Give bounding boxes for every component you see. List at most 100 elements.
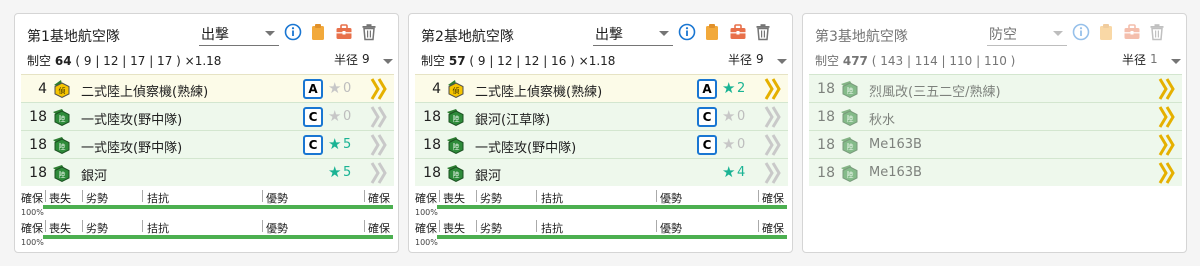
proficiency-chevron-icon[interactable] [369,77,389,101]
clipboard-icon[interactable] [309,23,327,41]
plane-row[interactable]: 18 陸 銀河(江草隊) C ★ 0 [415,102,788,130]
plane-name[interactable]: Me163B [869,165,922,180]
mode-select[interactable]: 出撃 [593,22,673,46]
proficiency-chevron-icon[interactable] [763,77,783,101]
plane-count[interactable]: 18 [415,137,441,153]
trash-icon[interactable] [360,23,378,41]
land-attacker-icon: 陸 [839,134,861,156]
trash-icon[interactable] [1148,23,1166,41]
air-state-label: 確保 [21,192,43,205]
improvement-star-icon[interactable]: ★ [722,108,735,125]
plane-name[interactable]: 秋水 [869,109,895,128]
proficiency-chevron-icon[interactable] [1157,105,1177,129]
improvement-star-icon[interactable]: ★ [328,108,341,125]
rank-badge[interactable]: C [697,135,717,155]
plane-count[interactable]: 18 [415,109,441,125]
rank-badge[interactable]: A [697,79,717,99]
info-icon[interactable] [1072,23,1090,41]
plane-count[interactable]: 18 [21,109,47,125]
improvement-star-icon[interactable]: ★ [722,80,735,97]
proficiency-chevron-icon[interactable] [369,161,389,185]
rank-badge[interactable]: C [697,107,717,127]
plane-row[interactable]: 18 陸 一式陸攻(野中隊) C ★ 5 [21,130,394,158]
plane-name[interactable]: 銀河 [475,165,501,184]
plane-name[interactable]: 二式陸上偵察機(熟練) [475,81,602,100]
plane-count[interactable]: 4 [21,81,47,97]
proficiency-chevron-icon[interactable] [1157,161,1177,185]
chevron-down-icon[interactable] [1171,59,1181,64]
chevron-down-icon [1053,31,1063,36]
plane-name[interactable]: 銀河 [81,165,107,184]
plane-name[interactable]: 一式陸攻(野中隊) [81,137,182,156]
land-attacker-icon: 陸 [839,106,861,128]
air-state-label: 喪失 [443,192,465,205]
chevron-down-icon[interactable] [383,59,393,64]
mode-select-value: 防空 [989,27,1017,43]
proficiency-chevron-icon[interactable] [763,161,783,185]
mode-select[interactable]: 出撃 [199,22,279,46]
plane-row[interactable]: 18 陸 銀河 ★ 5 [21,158,394,186]
plane-count[interactable]: 18 [21,137,47,153]
range-value[interactable]: 1 [1150,52,1158,66]
plane-row[interactable]: 18 陸 烈風改(三五二空/熟練) [809,74,1182,102]
plane-count[interactable]: 18 [809,81,835,97]
plane-count[interactable]: 4 [415,81,441,97]
trash-icon[interactable] [754,23,772,41]
proficiency-chevron-icon[interactable] [1157,77,1177,101]
rank-badge[interactable]: A [303,79,323,99]
range-value[interactable]: 9 [362,52,370,66]
proficiency-chevron-icon[interactable] [1157,133,1177,157]
plane-name[interactable]: 烈風改(三五二空/熟練) [869,81,1001,100]
info-icon[interactable] [678,23,696,41]
range-label: 半径 [334,53,359,67]
air-power-label: 制空 [815,54,840,68]
plane-row[interactable]: 18 陸 Me163B [809,158,1182,186]
plane-row[interactable]: 18 陸 Me163B [809,130,1182,158]
air-power-value: 57 [448,54,466,68]
clipboard-icon[interactable] [1097,23,1115,41]
mode-select[interactable]: 防空 [987,22,1067,46]
info-icon[interactable] [284,23,302,41]
land-attacker-icon: 陸 [445,106,467,128]
improvement-star-icon[interactable]: ★ [328,164,341,181]
air-state-label: 拮抗 [541,222,563,235]
toolbox-icon[interactable] [729,23,747,41]
improvement-level: 5 [343,165,352,180]
improvement-star-icon[interactable]: ★ [328,80,341,97]
plane-count[interactable]: 18 [809,137,835,153]
plane-name[interactable]: Me163B [869,137,922,152]
proficiency-chevron-icon[interactable] [369,105,389,129]
plane-row[interactable]: 18 陸 一式陸攻(野中隊) C ★ 0 [415,130,788,158]
proficiency-chevron-icon[interactable] [763,133,783,157]
proficiency-chevron-icon[interactable] [369,133,389,157]
plane-row[interactable]: 18 陸 銀河 ★ 4 [415,158,788,186]
plane-row[interactable]: 18 陸 一式陸攻(野中隊) C ★ 0 [21,102,394,130]
chevron-down-icon[interactable] [777,59,787,64]
plane-row[interactable]: 4 偵 二式陸上偵察機(熟練) A ★ 0 [21,74,394,102]
svg-text:偵: 偵 [453,86,460,95]
plane-row[interactable]: 18 陸 秋水 [809,102,1182,130]
range-value[interactable]: 9 [756,52,764,66]
plane-count[interactable]: 18 [809,165,835,181]
plane-name[interactable]: 一式陸攻(野中隊) [81,109,182,128]
improvement-star-icon[interactable]: ★ [722,136,735,153]
plane-count[interactable]: 18 [21,165,47,181]
bar-divider [45,190,46,202]
toolbox-icon[interactable] [1123,23,1141,41]
plane-count[interactable]: 18 [415,165,441,181]
air-state-label: 劣勢 [86,192,108,205]
clipboard-icon[interactable] [703,23,721,41]
improvement-star-icon[interactable]: ★ [328,136,341,153]
bar-divider [439,220,440,232]
plane-row[interactable]: 4 偵 二式陸上偵察機(熟練) A ★ 2 [415,74,788,102]
plane-name[interactable]: 一式陸攻(野中隊) [475,137,576,156]
improvement-star-icon[interactable]: ★ [722,164,735,181]
proficiency-chevron-icon[interactable] [763,105,783,129]
plane-name[interactable]: 銀河(江草隊) [475,109,550,128]
toolbox-icon[interactable] [335,23,353,41]
svg-text:陸: 陸 [453,114,460,123]
plane-name[interactable]: 二式陸上偵察機(熟練) [81,81,208,100]
rank-badge[interactable]: C [303,107,323,127]
rank-badge[interactable]: C [303,135,323,155]
plane-count[interactable]: 18 [809,109,835,125]
